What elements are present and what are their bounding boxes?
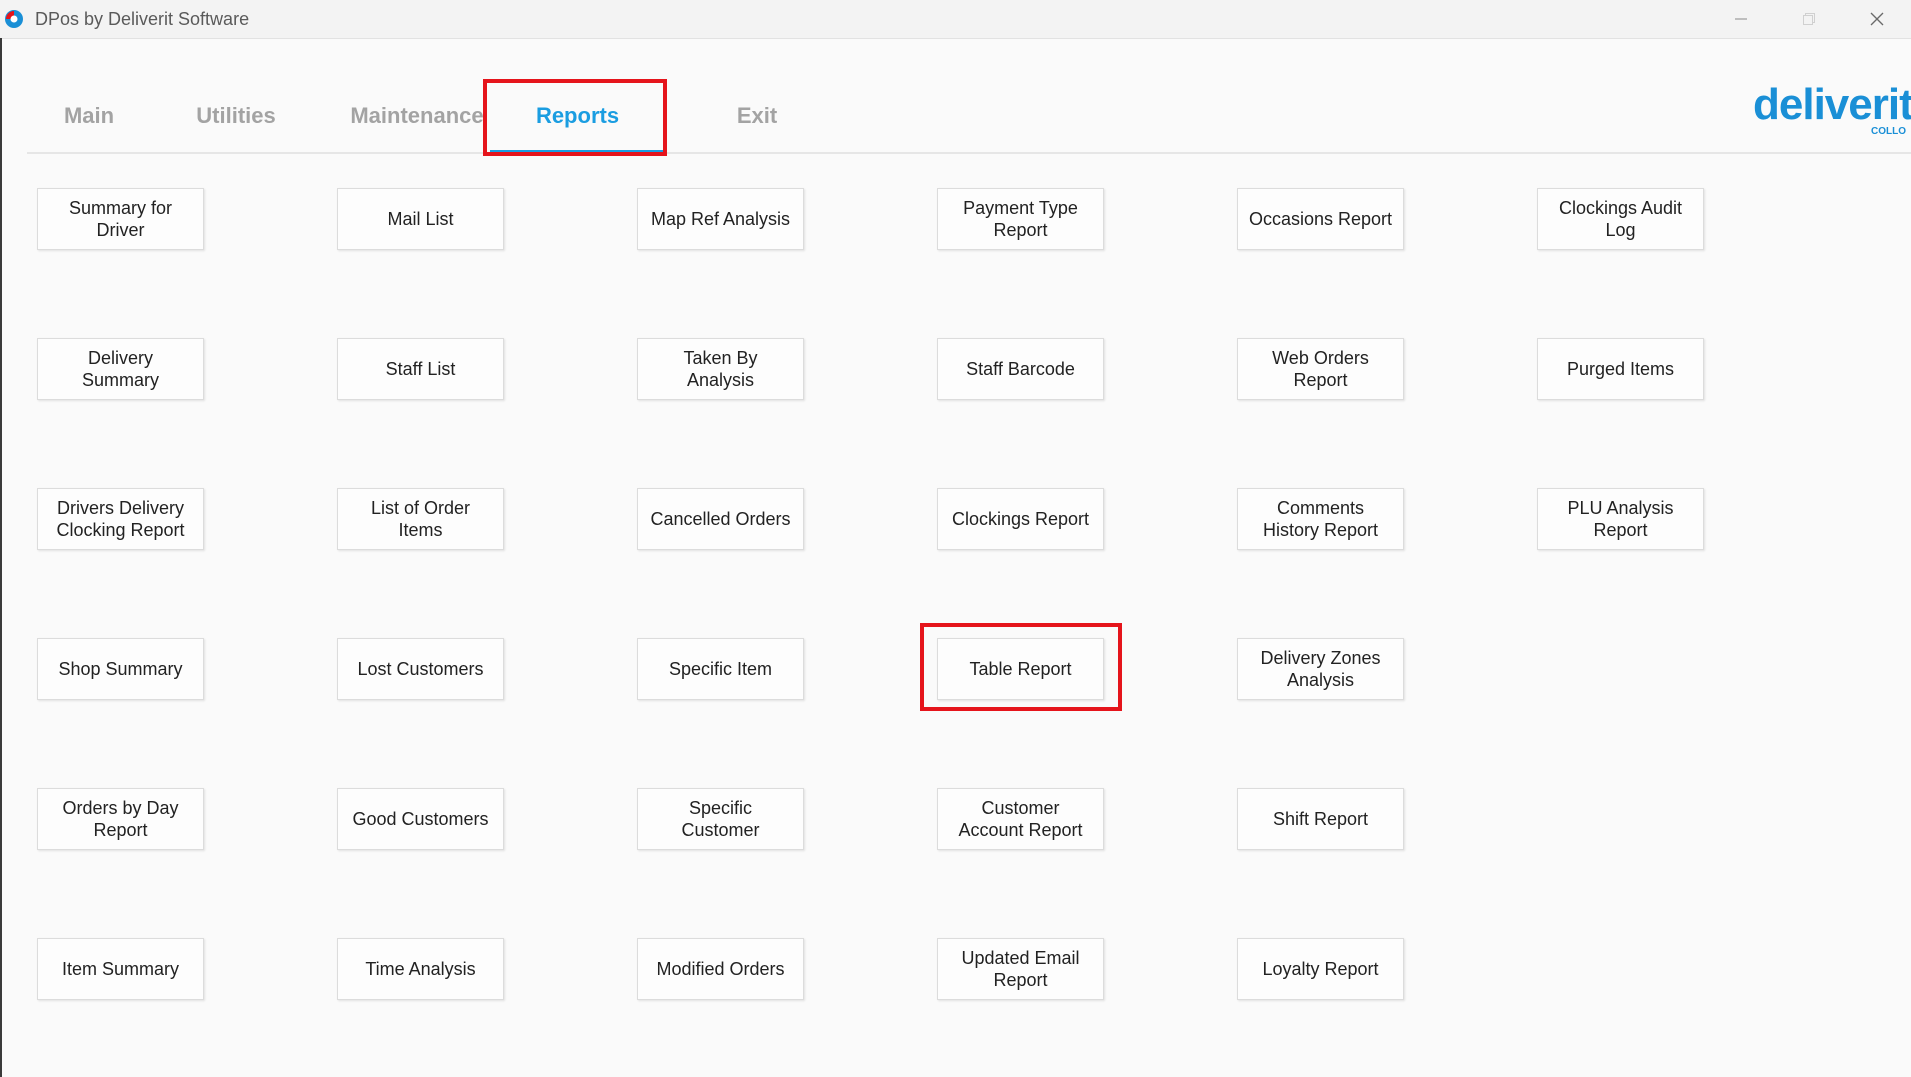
- report-button-delivery-summary[interactable]: Delivery Summary: [37, 338, 204, 400]
- report-button-customer-account-report[interactable]: Customer Account Report: [937, 788, 1104, 850]
- report-button-orders-by-day[interactable]: Orders by Day Report: [37, 788, 204, 850]
- report-button-loyalty-report[interactable]: Loyalty Report: [1237, 938, 1404, 1000]
- report-button-delivery-zones-analysis[interactable]: Delivery Zones Analysis: [1237, 638, 1404, 700]
- report-button-map-ref-analysis[interactable]: Map Ref Analysis: [637, 188, 804, 250]
- report-button-mail-list[interactable]: Mail List: [337, 188, 504, 250]
- report-button-item-summary[interactable]: Item Summary: [37, 938, 204, 1000]
- report-button-good-customers[interactable]: Good Customers: [337, 788, 504, 850]
- report-button-occasions-report[interactable]: Occasions Report: [1237, 188, 1404, 250]
- report-button-specific-item[interactable]: Specific Item: [637, 638, 804, 700]
- report-button-purged-items[interactable]: Purged Items: [1537, 338, 1704, 400]
- report-button-list-of-order-items[interactable]: List of Order Items: [337, 488, 504, 550]
- report-button-updated-email-report[interactable]: Updated Email Report: [937, 938, 1104, 1000]
- report-button-staff-barcode[interactable]: Staff Barcode: [937, 338, 1104, 400]
- report-button-comments-history-report[interactable]: Comments History Report: [1237, 488, 1404, 550]
- report-button-cancelled-orders[interactable]: Cancelled Orders: [637, 488, 804, 550]
- report-button-plu-analysis-report[interactable]: PLU Analysis Report: [1537, 488, 1704, 550]
- report-button-shift-report[interactable]: Shift Report: [1237, 788, 1404, 850]
- report-button-modified-orders[interactable]: Modified Orders: [637, 938, 804, 1000]
- report-button-clockings-audit-log[interactable]: Clockings Audit Log: [1537, 188, 1704, 250]
- reports-grid: Summary for Driver Delivery Summary Driv…: [0, 0, 1911, 1077]
- report-button-payment-type-report[interactable]: Payment Type Report: [937, 188, 1104, 250]
- report-button-web-orders-report[interactable]: Web Orders Report: [1237, 338, 1404, 400]
- table-report-highlight-box: [920, 623, 1122, 711]
- report-button-lost-customers[interactable]: Lost Customers: [337, 638, 504, 700]
- report-button-clockings-report[interactable]: Clockings Report: [937, 488, 1104, 550]
- report-button-shop-summary[interactable]: Shop Summary: [37, 638, 204, 700]
- report-button-staff-list[interactable]: Staff List: [337, 338, 504, 400]
- report-button-summary-for-driver[interactable]: Summary for Driver: [37, 188, 204, 250]
- report-button-taken-by-analysis[interactable]: Taken By Analysis: [637, 338, 804, 400]
- report-button-time-analysis[interactable]: Time Analysis: [337, 938, 504, 1000]
- report-button-specific-customer[interactable]: Specific Customer: [637, 788, 804, 850]
- report-button-drivers-delivery-clocking[interactable]: Drivers Delivery Clocking Report: [37, 488, 204, 550]
